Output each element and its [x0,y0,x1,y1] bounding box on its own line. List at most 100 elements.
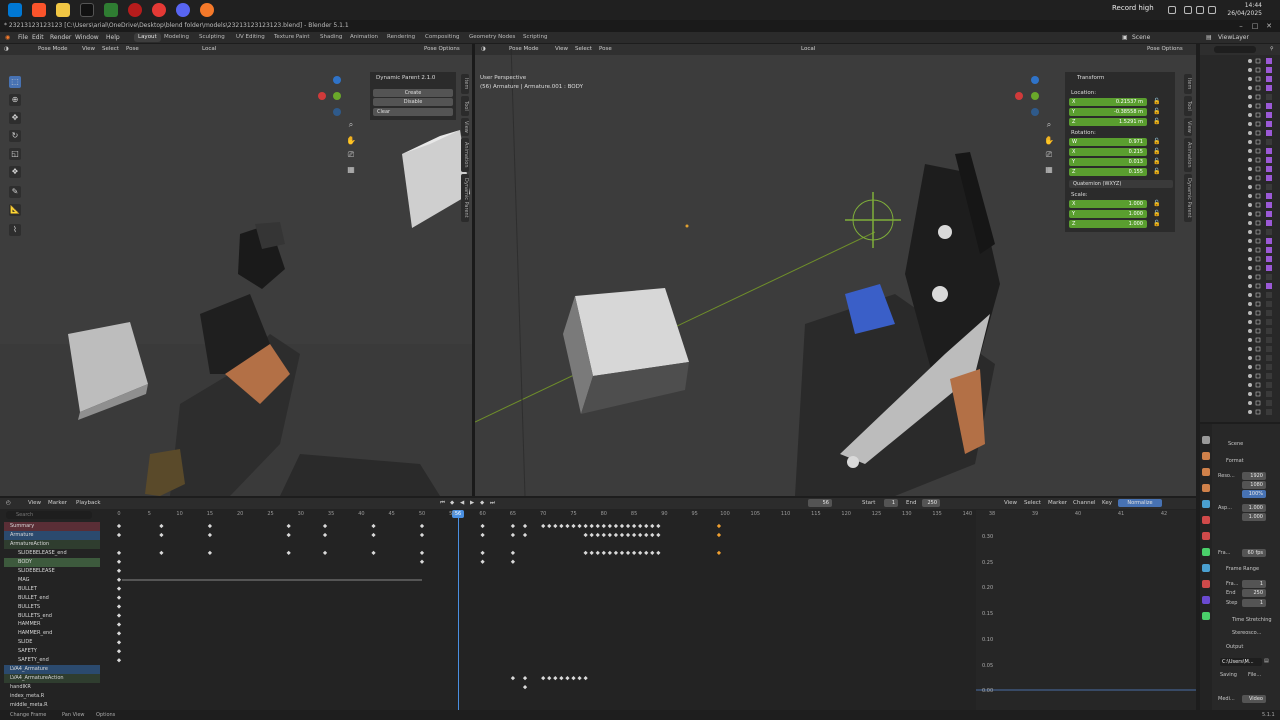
camera-view-icon[interactable]: ⎚ [346,150,356,160]
outliner-row-icon[interactable] [1266,175,1272,181]
timeline-menu-view[interactable]: View [28,500,41,506]
channel-safety-end[interactable]: SAFETY_end [4,656,100,665]
perspective-grid-icon[interactable]: ▦ [346,165,356,175]
visibility-eye-icon[interactable] [1248,401,1252,405]
selectable-toggle-icon[interactable] [1255,112,1261,118]
outliner-row-icon[interactable] [1266,247,1272,253]
menu-help[interactable]: Help [106,34,120,41]
channel-mag[interactable]: MAG [4,576,100,585]
battery-icon[interactable] [1208,6,1216,14]
aspect-y-field[interactable]: 1.000 [1242,513,1266,521]
collection-tab-icon[interactable] [1202,532,1210,540]
scene-icon[interactable]: ▣ [1122,34,1128,41]
menu-view[interactable]: View [555,46,568,52]
constraint-tab-icon[interactable] [1202,596,1210,604]
visibility-eye-icon[interactable] [1248,257,1252,261]
dp-disable-button[interactable]: Disable [373,98,453,106]
current-frame-field[interactable]: 56 [808,499,832,507]
visibility-eye-icon[interactable] [1248,77,1252,81]
visibility-eye-icon[interactable] [1248,185,1252,189]
keyframe[interactable] [419,559,425,564]
editor-type-icon[interactable]: ◴ [6,500,11,506]
frame-end-field[interactable]: 250 [1242,589,1266,597]
outliner-row-icon[interactable] [1266,409,1272,415]
outliner-tree[interactable] [1200,56,1280,422]
visibility-eye-icon[interactable] [1248,365,1252,369]
right-3d-viewport[interactable]: ◑ Pose Mode View Select Pose Local Pose … [475,44,1196,496]
tab-layout[interactable]: Layout [134,33,161,42]
keyframe[interactable] [595,532,600,538]
selectable-toggle-icon[interactable] [1255,139,1261,145]
channel-bullets[interactable]: BULLETS [4,603,100,612]
keyframe[interactable] [522,523,528,529]
time-stretching-header[interactable]: Time Stretching [1232,617,1272,623]
selectable-toggle-icon[interactable] [1255,238,1261,244]
tab-uv-editing[interactable]: UV Editing [232,33,269,42]
selectable-toggle-icon[interactable] [1255,283,1261,289]
outliner-row-icon[interactable] [1266,328,1272,334]
graph-menu-marker[interactable]: Marker [1048,500,1067,506]
selectable-toggle-icon[interactable] [1255,328,1261,334]
keyframe[interactable] [541,676,546,681]
visibility-eye-icon[interactable] [1248,293,1252,297]
volume-icon[interactable] [1196,6,1204,14]
keyframe[interactable] [159,532,164,538]
visibility-eye-icon[interactable] [1248,212,1252,216]
outliner-row-icon[interactable] [1266,391,1272,397]
channel-armatureaction[interactable]: ArmatureAction [4,539,100,549]
menu-select[interactable]: Select [102,46,119,52]
selectable-toggle-icon[interactable] [1255,346,1261,352]
view-layer-tab-icon[interactable] [1202,484,1210,492]
selectable-toggle-icon[interactable] [1255,175,1261,181]
keyframe[interactable] [656,550,661,555]
outliner-row-icon[interactable] [1266,355,1272,361]
npanel-tab-animation[interactable]: Animation [1184,138,1192,172]
graph-menu-key[interactable]: Key [1102,500,1112,506]
outliner-row-icon[interactable] [1266,85,1272,91]
minimize-icon[interactable]: – [1236,21,1246,31]
outliner-row-icon[interactable] [1266,103,1272,109]
visibility-eye-icon[interactable] [1248,68,1252,72]
keyframe[interactable] [541,523,546,529]
outliner-row-icon[interactable] [1266,238,1272,244]
output-path-field[interactable]: C:\Users\M... [1220,658,1262,666]
keyframe[interactable] [613,550,619,555]
scale-x-field[interactable]: X 1.000 [1069,200,1147,208]
frame-step-field[interactable]: 1 [1242,599,1266,607]
npanel-tab-item[interactable]: Item [461,74,469,94]
channel-slidebelease-end[interactable]: SLIDEBELEASE_end [4,549,100,558]
keyframe[interactable] [116,523,122,529]
channel-middle-meta-r[interactable]: middle_meta.R [4,701,100,710]
keyframe[interactable] [589,532,594,538]
keyframe[interactable] [510,550,516,555]
keyframe[interactable] [607,532,612,538]
keyframe[interactable] [371,523,376,529]
npanel-tab-view[interactable]: View [1184,118,1192,136]
outliner-row-icon[interactable] [1266,283,1272,289]
visibility-eye-icon[interactable] [1248,95,1252,99]
outliner-row-icon[interactable] [1266,220,1272,226]
chrome-icon[interactable] [152,3,166,17]
keyframe[interactable] [601,532,606,538]
keyframe[interactable] [510,532,516,538]
data-tab-icon[interactable] [1202,612,1210,620]
windows-start-icon[interactable] [8,3,22,17]
visibility-eye-icon[interactable] [1248,203,1252,207]
menu-pose[interactable]: Pose [126,46,139,52]
rotation-mode-dropdown[interactable]: Quaternion (WXYZ) [1069,180,1173,188]
keyframe[interactable] [565,676,570,681]
world-tab-icon[interactable] [1202,516,1210,524]
keyframe[interactable] [638,550,643,555]
rotation-w-field[interactable]: W 0.971 [1069,138,1147,146]
menu-file[interactable]: File [18,34,28,41]
record-high-label[interactable]: Record high [1112,4,1154,12]
tab-modeling[interactable]: Modeling [160,33,193,42]
close-icon[interactable]: ✕ [1264,21,1274,31]
keyframe[interactable] [547,523,552,529]
keyframe[interactable] [116,658,122,663]
timeline-menu-marker[interactable]: Marker [48,500,67,506]
visibility-eye-icon[interactable] [1248,131,1252,135]
visibility-eye-icon[interactable] [1248,122,1252,126]
npanel-tab-item[interactable]: Item [1184,74,1192,94]
outliner-row-icon[interactable] [1266,382,1272,388]
